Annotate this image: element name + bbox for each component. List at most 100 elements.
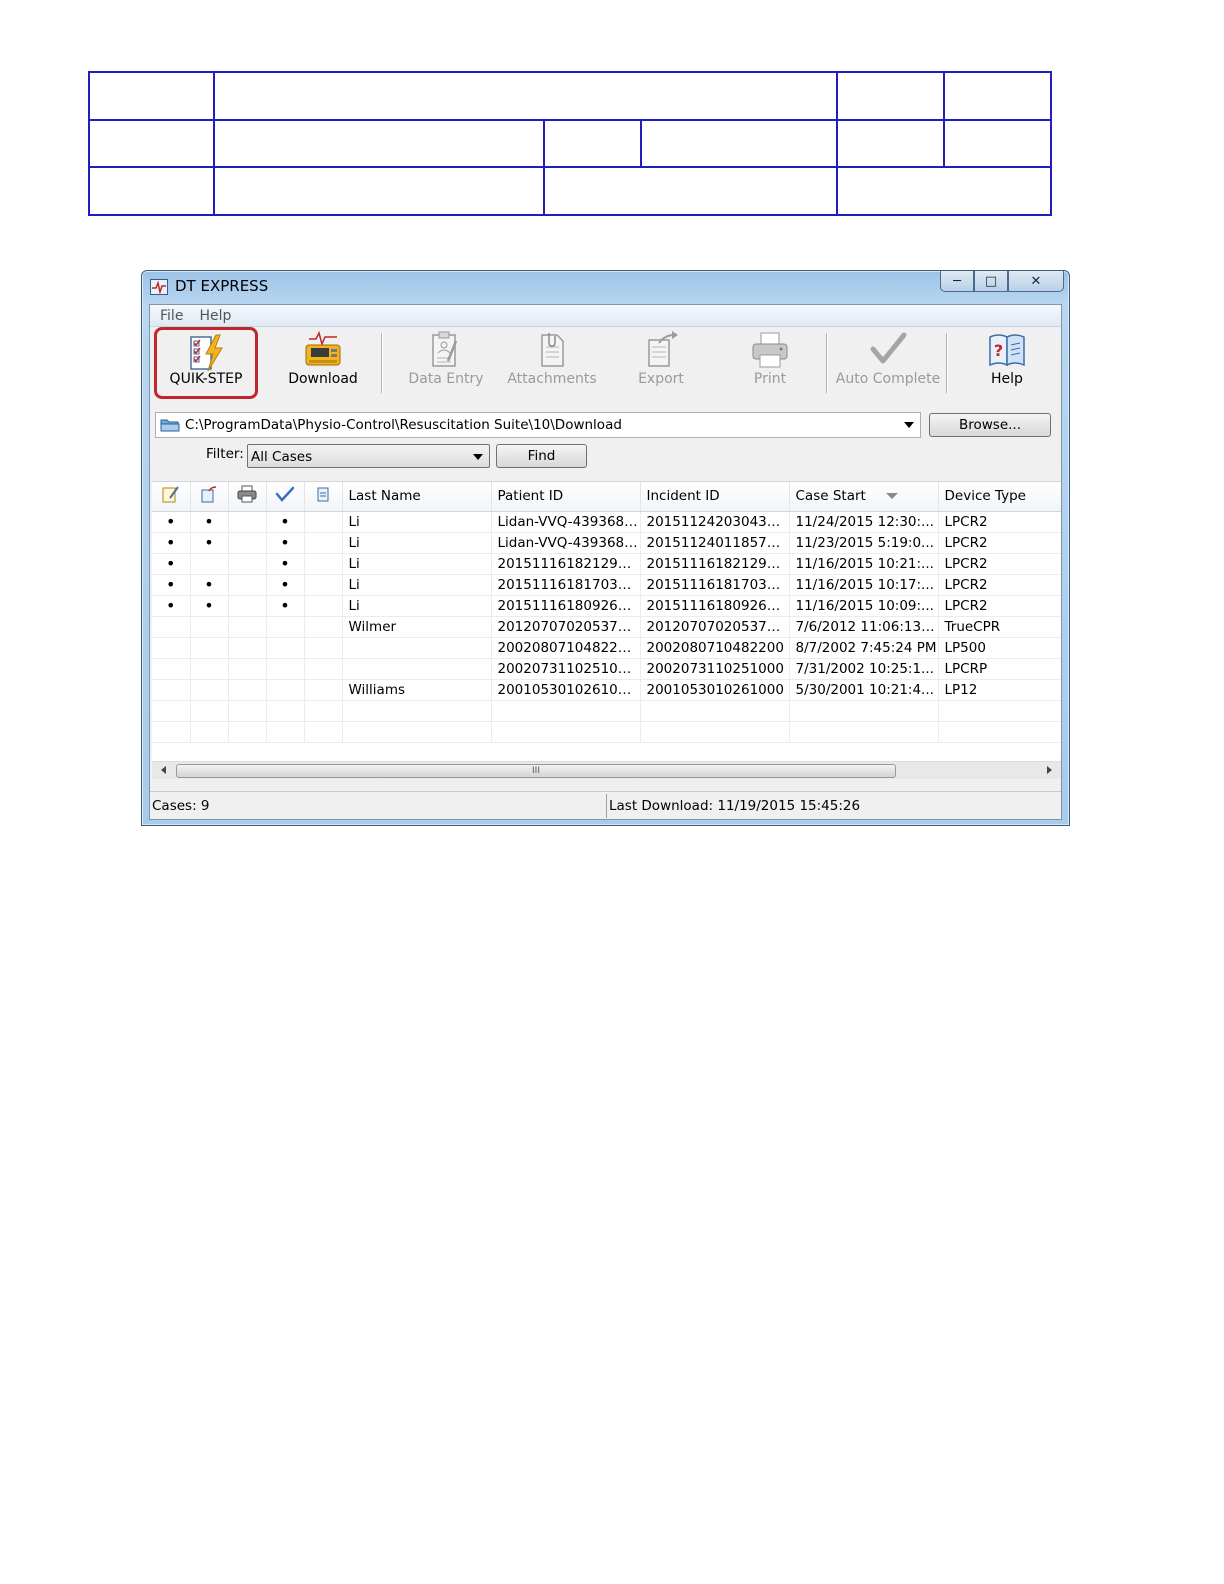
maximize-button[interactable]: □ [974, 271, 1008, 292]
col-last-name-header[interactable]: Last Name [342, 482, 492, 512]
empty-cell [190, 721, 229, 743]
window-controls: ─ □ ✕ [940, 271, 1064, 292]
empty-cell [228, 721, 267, 743]
header-cell [88, 71, 215, 121]
col-case-start-label: Case Start [795, 488, 866, 505]
scroll-thumb[interactable]: III [176, 764, 896, 778]
header-cell [639, 119, 839, 168]
data-entry-icon [432, 331, 458, 367]
quik-step-button[interactable]: QUIK-STEP [154, 327, 258, 399]
menu-file[interactable]: File [152, 308, 191, 324]
attachments-label: Attachments [507, 371, 597, 387]
cell-status-mark [304, 532, 343, 554]
cell-status-mark [228, 595, 267, 617]
download-path-combobox[interactable]: C:\ProgramData\Physio-Control\Resuscitat… [155, 412, 921, 438]
table-row[interactable]: 2002073110251000... 2002073110251000 7/31/… [152, 658, 1061, 680]
attachments-button[interactable]: Attachments [502, 327, 602, 399]
scroll-left-icon[interactable] [161, 766, 166, 774]
cell-status-mark [304, 595, 343, 617]
cell-status-mark [304, 679, 343, 701]
help-label: Help [991, 371, 1023, 387]
col-case-start-header[interactable]: Case Start [789, 482, 939, 512]
table-row[interactable]: • • • Li 2015111618092600... 2015111618092600… [152, 595, 1061, 617]
col-complete-header[interactable] [266, 482, 305, 512]
close-button[interactable]: ✕ [1008, 271, 1064, 292]
table-row[interactable]: • • • Li Lidan-VVQ-43936886 2015112420304300.… [152, 511, 1061, 533]
table-row[interactable]: • • • Li Lidan-VVQ-43936886 2015112401185700.… [152, 532, 1061, 554]
cell-status-mark [152, 637, 191, 659]
cell-case-start: 11/16/2015 10:09:... [789, 595, 939, 617]
print-button[interactable]: Print [730, 327, 810, 399]
header-table [88, 71, 1053, 216]
export-button[interactable]: Export [616, 327, 706, 399]
cell-case-start: 11/16/2015 10:21:... [789, 553, 939, 575]
scroll-right-icon[interactable] [1047, 766, 1052, 774]
empty-cell [491, 700, 641, 722]
data-entry-button[interactable]: Data Entry [396, 327, 496, 399]
cell-incident-id: 2015111618092600... [640, 595, 790, 617]
printer-icon [752, 332, 788, 368]
data-entry-label: Data Entry [408, 371, 484, 387]
checkmark-icon [870, 332, 907, 364]
cell-status-mark [304, 574, 343, 596]
close-icon: ✕ [1030, 273, 1042, 289]
col-export-header[interactable] [190, 482, 229, 512]
col-attachment-header[interactable] [304, 482, 343, 512]
svg-text:?: ? [994, 341, 1003, 360]
cell-incident-id: 2002080710482200 [640, 637, 790, 659]
download-button[interactable]: Download [278, 327, 368, 399]
printer-col-icon [237, 485, 257, 503]
help-button[interactable]: ? Help [962, 327, 1052, 399]
cell-status-mark [228, 511, 267, 533]
table-row[interactable]: Williams 2001053010261000... 2001053010261… [152, 679, 1061, 701]
cases-grid: Last Name Patient ID Incident ID Case St… [152, 481, 1061, 761]
filter-label: Filter: [206, 446, 244, 462]
dropdown-arrow-icon[interactable] [904, 422, 914, 428]
empty-cell [228, 700, 267, 722]
attachment-col-icon [317, 487, 329, 502]
table-row[interactable]: • • • Li 2015111618170300... 2015111618170300… [152, 574, 1061, 596]
toolbar-separator [946, 333, 947, 393]
cell-status-mark: • [190, 574, 229, 596]
find-button[interactable]: Find [496, 444, 587, 468]
horizontal-scrollbar[interactable]: III [152, 761, 1061, 779]
minimize-button[interactable]: ─ [940, 271, 974, 292]
table-row[interactable]: • • Li 2015111618212900... 2015111618212900.… [152, 553, 1061, 575]
empty-cell [789, 721, 939, 743]
col-patient-id-header[interactable]: Patient ID [491, 482, 641, 512]
minimize-icon: ─ [953, 273, 961, 289]
cell-status-mark: • [266, 595, 305, 617]
download-path-value: C:\ProgramData\Physio-Control\Resuscitat… [185, 417, 622, 433]
cell-status-mark: • [266, 553, 305, 575]
auto-complete-button[interactable]: Auto Complete [832, 327, 944, 399]
col-data-entry-header[interactable] [152, 482, 191, 512]
empty-cell [304, 721, 343, 743]
empty-cell [342, 721, 492, 743]
table-row[interactable]: Wilmer 2012070702053700... 201207070205370… [152, 616, 1061, 638]
cell-incident-id: 2015111618212900... [640, 553, 790, 575]
cell-incident-id: 2015111618170300... [640, 574, 790, 596]
table-row[interactable]: 2002080710482200... 2002080710482200 8/7/2… [152, 637, 1061, 659]
cell-status-mark [266, 616, 305, 638]
cell-patient-id: Lidan-VVQ-43936886 [491, 511, 641, 533]
header-cell [542, 166, 839, 216]
cell-status-mark: • [266, 511, 305, 533]
empty-cell [491, 721, 641, 743]
col-device-type-header[interactable]: Device Type [938, 482, 1061, 512]
quik-step-icon [190, 334, 223, 372]
attachments-icon [541, 333, 564, 367]
cell-status-mark: • [152, 511, 191, 533]
window-title: DT EXPRESS [175, 277, 269, 295]
quik-step-label: QUIK-STEP [169, 371, 243, 387]
filter-select[interactable]: All Cases [247, 444, 490, 468]
cell-status-mark: • [190, 595, 229, 617]
col-print-header[interactable] [228, 482, 267, 512]
browse-button[interactable]: Browse... [929, 413, 1051, 437]
header-cell [836, 119, 946, 168]
col-incident-id-header[interactable]: Incident ID [640, 482, 790, 512]
maximize-icon: □ [984, 273, 998, 289]
cell-patient-id: 2001053010261000... [491, 679, 641, 701]
empty-cell [789, 700, 939, 722]
menu-help[interactable]: Help [191, 308, 239, 324]
title-bar[interactable]: DT EXPRESS ─ □ ✕ [142, 271, 1069, 303]
